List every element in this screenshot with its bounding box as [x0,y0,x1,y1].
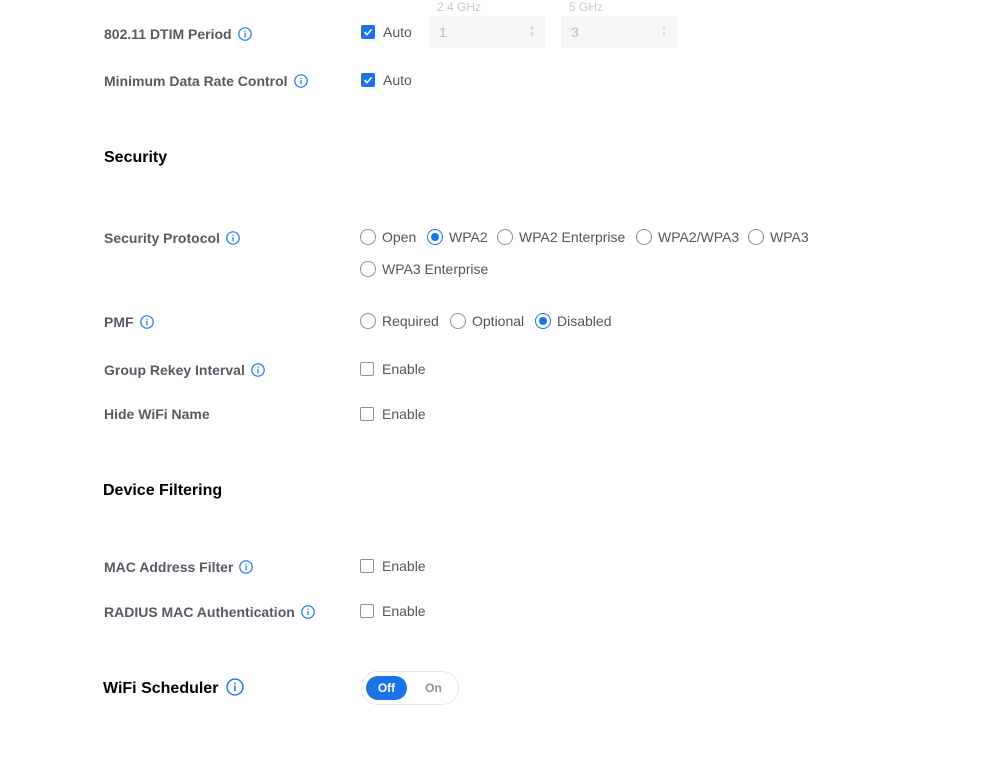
protocol-option-label: WPA2 [449,229,488,245]
hide-wifi-label: Hide WiFi Name [104,406,210,422]
radio-selected-icon[interactable] [535,313,551,329]
protocol-option-label: Open [382,229,417,245]
security-protocol-label-text: Security Protocol [104,230,220,246]
checkbox-checked-icon[interactable] [361,73,375,87]
dtim-24-value: 1 [439,24,447,40]
group-rekey-label: Group Rekey Interval [104,362,265,378]
wifi-scheduler-heading: WiFi Scheduler [103,678,245,698]
stepper-arrows-icon[interactable]: ▲ ▼ [529,25,535,39]
scheduler-off-option[interactable]: Off [366,676,407,700]
protocol-option-label: WPA2/WPA3 [658,229,740,245]
hide-wifi-checkbox[interactable]: Enable [360,406,426,422]
wifi-scheduler-title: WiFi Scheduler [103,680,219,698]
radio-icon[interactable] [636,229,652,245]
protocol-wpa3-radio[interactable]: WPA3 [748,229,809,245]
min-rate-auto-label: Auto [383,72,412,88]
pmf-option-label: Optional [472,313,525,329]
min-rate-label-text: Minimum Data Rate Control [104,73,288,89]
pmf-disabled-radio[interactable]: Disabled [535,313,611,329]
dtim-period-label-text: 802.11 DTIM Period [104,26,232,42]
wifi-scheduler-toggle[interactable]: Off On [361,671,459,705]
radio-selected-icon[interactable] [427,229,443,245]
dtim-period-label: 802.11 DTIM Period [104,26,252,42]
protocol-wpa2-enterprise-radio[interactable]: WPA2 Enterprise [497,229,625,245]
protocol-open-radio[interactable]: Open [360,229,416,245]
group-rekey-checkbox[interactable]: Enable [360,361,426,377]
security-heading: Security [104,149,168,166]
info-icon[interactable] [237,27,252,42]
min-rate-auto-checkbox[interactable]: Auto [361,72,412,88]
checkbox-icon[interactable] [360,604,374,618]
pmf-option-label: Required [382,313,439,329]
min-rate-label: Minimum Data Rate Control [104,73,308,89]
mac-filter-label: MAC Address Filter [104,559,254,575]
radio-icon[interactable] [360,313,376,329]
group-rekey-enable-label: Enable [382,361,426,377]
band-5-label: 5 GHz [569,0,604,14]
checkbox-icon[interactable] [360,559,374,573]
info-icon[interactable] [139,315,154,330]
group-rekey-label-text: Group Rekey Interval [104,362,245,378]
mac-filter-label-text: MAC Address Filter [104,559,234,575]
mac-filter-checkbox[interactable]: Enable [360,558,426,574]
dtim-auto-label: Auto [383,24,412,40]
pmf-required-radio[interactable]: Required [360,313,439,329]
radius-mac-enable-label: Enable [382,603,426,619]
protocol-option-label: WPA3 [770,229,809,245]
radius-mac-label-text: RADIUS MAC Authentication [104,604,295,620]
radio-icon[interactable] [748,229,764,245]
info-icon[interactable] [226,231,240,246]
pmf-option-label: Disabled [557,313,612,329]
info-icon[interactable] [293,74,308,89]
security-protocol-label: Security Protocol [104,230,240,246]
device-filtering-heading: Device Filtering [103,482,223,499]
dtim-5-input[interactable]: 3 ▲ ▼ [561,16,677,48]
checkbox-icon[interactable] [360,362,374,376]
checkbox-checked-icon[interactable] [361,25,375,39]
radius-mac-label: RADIUS MAC Authentication [104,604,315,620]
info-icon[interactable] [301,605,315,620]
protocol-option-label: WPA2 Enterprise [519,229,626,245]
checkbox-icon[interactable] [360,407,374,421]
dtim-24-input[interactable]: 1 ▲ ▼ [429,16,545,48]
dtim-auto-checkbox[interactable]: Auto [361,24,412,40]
info-icon[interactable] [226,678,245,696]
protocol-wpa2-wpa3-radio[interactable]: WPA2/WPA3 [636,229,739,245]
radio-icon[interactable] [360,229,376,245]
pmf-label: PMF [104,314,154,330]
hide-wifi-enable-label: Enable [382,406,426,422]
info-icon[interactable] [251,363,265,378]
stepper-arrows-icon[interactable]: ▲ ▼ [661,25,667,39]
info-icon[interactable] [239,560,254,575]
pmf-optional-radio[interactable]: Optional [450,313,524,329]
mac-filter-enable-label: Enable [382,558,426,574]
radius-mac-checkbox[interactable]: Enable [360,603,426,619]
protocol-wpa2-radio[interactable]: WPA2 [427,229,488,245]
pmf-label-text: PMF [104,314,134,330]
radio-icon[interactable] [450,313,466,329]
radio-icon[interactable] [360,261,376,277]
band-24-label: 2.4 GHz [437,0,482,14]
protocol-wpa3-enterprise-radio[interactable]: WPA3 Enterprise [360,261,488,277]
dtim-5-value: 3 [571,24,579,40]
radio-icon[interactable] [497,229,513,245]
scheduler-on-option[interactable]: On [413,676,454,700]
protocol-option-label: WPA3 Enterprise [382,261,489,277]
